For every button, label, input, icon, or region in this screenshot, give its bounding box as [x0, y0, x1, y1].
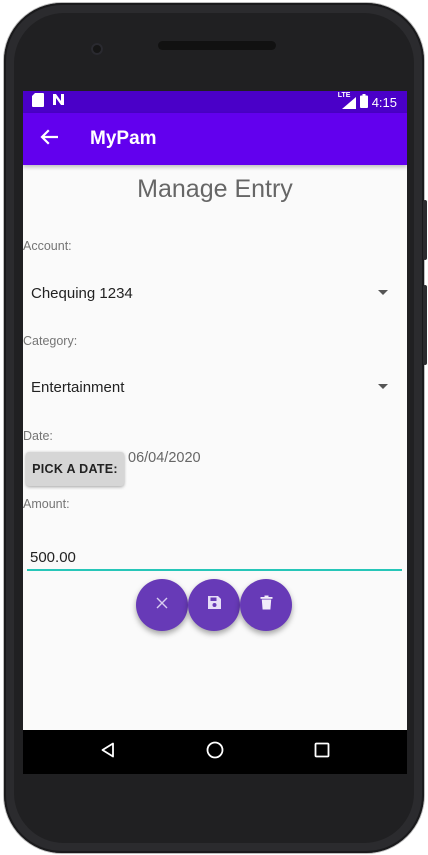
category-dropdown[interactable]: Entertainment [23, 367, 407, 407]
nav-home-button[interactable] [185, 730, 245, 774]
arrow-back-icon [40, 128, 59, 150]
manage-entry-form: Manage Entry Account: Chequing 1234 Cate… [23, 165, 407, 730]
volume-button [423, 200, 427, 260]
device-screen: LTE 4:15 MyPam Manage Entry Account: Che… [23, 91, 407, 774]
nav-back-button[interactable] [78, 730, 138, 774]
nav-recents-button[interactable] [292, 730, 352, 774]
account-label: Account: [23, 239, 72, 253]
page-title: Manage Entry [137, 175, 293, 203]
amount-input[interactable]: 500.00 [27, 545, 402, 571]
power-button [423, 285, 427, 365]
battery-icon [359, 93, 368, 111]
dropdown-arrow-icon [378, 290, 388, 295]
pick-date-button[interactable]: PICK A DATE: [26, 452, 124, 486]
category-label: Category: [23, 334, 78, 348]
sd-card-icon [32, 92, 44, 112]
dropdown-arrow-icon [378, 384, 388, 389]
front-camera [91, 43, 103, 55]
app-title: MyPam [90, 128, 157, 149]
close-icon [156, 596, 168, 614]
date-value: 06/04/2020 [128, 450, 201, 466]
triangle-back-icon [100, 742, 116, 763]
back-button[interactable] [23, 113, 75, 165]
save-button[interactable] [188, 579, 240, 631]
square-recents-icon [314, 742, 330, 763]
system-nav-bar [23, 730, 407, 774]
category-value: Entertainment [31, 378, 125, 396]
amount-value: 500.00 [30, 549, 76, 566]
account-dropdown[interactable]: Chequing 1234 [23, 273, 407, 313]
cancel-button[interactable] [136, 579, 188, 631]
account-value: Chequing 1234 [31, 284, 133, 302]
trash-icon [260, 595, 273, 615]
delete-button[interactable] [240, 579, 292, 631]
status-bar: LTE 4:15 [23, 91, 407, 113]
n-notification-icon [52, 93, 65, 111]
amount-label: Amount: [23, 497, 70, 511]
circle-home-icon [206, 741, 224, 764]
clock: 4:15 [371, 94, 397, 110]
date-label: Date: [23, 429, 53, 443]
signal-icon: LTE [338, 92, 356, 109]
save-icon [207, 595, 222, 615]
app-bar: MyPam [23, 113, 407, 165]
phone-speaker [158, 41, 276, 50]
